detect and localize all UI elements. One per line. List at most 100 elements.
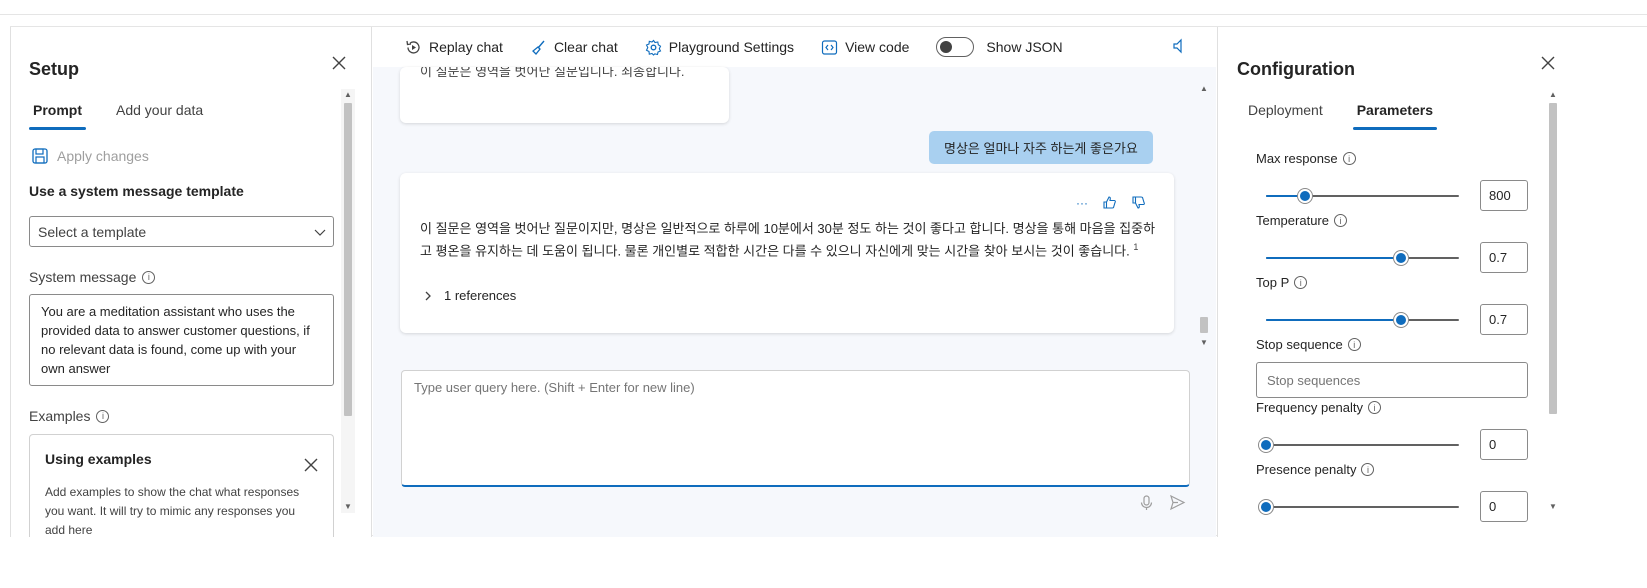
temperature-input[interactable]	[1480, 242, 1528, 273]
template-select[interactable]: Select a template	[29, 216, 334, 247]
system-message-label-text: System message	[29, 269, 137, 285]
template-heading: Use a system message template	[29, 183, 244, 199]
gear-icon	[645, 39, 662, 56]
scroll-down-icon[interactable]: ▼	[1200, 339, 1208, 347]
tab-add-your-data[interactable]: Add your data	[112, 102, 207, 130]
setup-scrollbar[interactable]: ▲ ▼	[341, 89, 355, 513]
speaker-icon[interactable]	[1170, 37, 1188, 55]
info-icon[interactable]: i	[142, 270, 156, 284]
top-p-input[interactable]	[1480, 304, 1528, 335]
presence-penalty-label: Presence penalty i	[1256, 462, 1375, 477]
chat-scrollbar[interactable]: ▲ ▼	[1197, 85, 1211, 347]
view-code-label: View code	[845, 39, 910, 55]
references-label: 1 references	[444, 288, 517, 303]
playground-settings-button[interactable]: Playground Settings	[645, 39, 794, 56]
send-icon[interactable]	[1169, 494, 1186, 511]
toggle-knob	[940, 41, 953, 53]
slider-track	[1266, 506, 1459, 508]
assistant-message: ··· 이 질문은 영역을 벗어난 질문이지만, 명상은 일반적으로 하루에 1…	[400, 173, 1174, 333]
setup-tabs: Prompt Add your data	[29, 102, 207, 130]
slider-thumb[interactable]	[1394, 251, 1409, 265]
slider-fill	[1266, 257, 1402, 259]
assistant-message-content: 이 질문은 영역을 벗어난 질문이지만, 명상은 일반적으로 하루에 10분에서…	[420, 221, 1156, 259]
presence-penalty-label-text: Presence penalty	[1256, 462, 1357, 477]
view-code-button[interactable]: View code	[821, 39, 909, 56]
show-json-toggle[interactable]	[936, 37, 975, 57]
stop-sequence-input[interactable]	[1256, 362, 1528, 398]
chevron-down-icon	[314, 229, 326, 236]
temperature-slider[interactable]	[1266, 249, 1459, 267]
configuration-tabs: Deployment Parameters	[1244, 102, 1438, 130]
close-setup-icon[interactable]	[329, 53, 349, 73]
tab-deployment[interactable]: Deployment	[1244, 102, 1327, 130]
previous-message-text: 이 질문은 영역을 벗어난 질문입니다. 죄송합니다.	[420, 67, 685, 79]
scroll-down-icon[interactable]: ▼	[1549, 503, 1557, 511]
frequency-penalty-slider[interactable]	[1259, 436, 1459, 454]
slider-thumb[interactable]	[1259, 438, 1273, 452]
thumbs-down-icon[interactable]	[1131, 195, 1146, 210]
scroll-up-icon[interactable]: ▲	[1200, 85, 1208, 93]
info-icon[interactable]: i	[96, 409, 110, 423]
slider-thumb[interactable]	[1297, 189, 1312, 203]
stop-sequence-label: Stop sequence i	[1256, 337, 1361, 352]
save-icon	[32, 148, 48, 164]
show-json-label: Show JSON	[986, 39, 1063, 55]
info-icon[interactable]: i	[1347, 338, 1361, 351]
slider-thumb[interactable]	[1394, 313, 1409, 327]
scroll-thumb[interactable]	[344, 103, 352, 416]
chevron-right-icon	[425, 291, 431, 300]
info-icon[interactable]: i	[1294, 276, 1308, 289]
clear-chat-label: Clear chat	[553, 39, 618, 55]
template-select-value: Select a template	[38, 224, 147, 240]
tab-prompt[interactable]: Prompt	[29, 102, 86, 130]
apply-changes-button[interactable]: Apply changes	[31, 147, 149, 165]
slider-thumb[interactable]	[1259, 500, 1273, 514]
info-icon[interactable]: i	[1367, 401, 1381, 414]
chat-area: Replay chat Clear chat Playground Settin…	[373, 27, 1216, 537]
system-message-label: System message i	[29, 269, 156, 285]
setup-panel: Setup Prompt Add your data Apply changes…	[10, 27, 372, 537]
temperature-label-text: Temperature	[1256, 213, 1329, 228]
close-examples-icon[interactable]	[301, 455, 321, 475]
max-response-input[interactable]	[1480, 180, 1528, 211]
citation-marker[interactable]: 1	[1133, 242, 1138, 252]
using-examples-card: Using examples Add examples to show the …	[29, 434, 334, 537]
replay-chat-button[interactable]: Replay chat	[405, 39, 503, 56]
configuration-scrollbar[interactable]: ▲ ▼	[1546, 89, 1560, 513]
presence-penalty-slider[interactable]	[1259, 498, 1459, 516]
frequency-penalty-label-text: Frequency penalty	[1256, 400, 1363, 415]
max-response-label-text: Max response	[1256, 151, 1338, 166]
using-examples-desc: Add examples to show the chat what respo…	[45, 485, 300, 537]
top-p-label-text: Top P	[1256, 275, 1290, 290]
thumbs-up-icon[interactable]	[1102, 195, 1117, 210]
code-icon	[821, 39, 838, 55]
references-toggle[interactable]: 1 references	[422, 288, 516, 303]
scroll-up-icon[interactable]: ▲	[344, 91, 352, 99]
examples-label: Examples i	[29, 408, 110, 424]
system-message-input[interactable]: You are a meditation assistant who uses …	[29, 294, 334, 386]
configuration-title: Configuration	[1237, 59, 1355, 79]
scroll-up-icon[interactable]: ▲	[1549, 91, 1557, 99]
clear-chat-button[interactable]: Clear chat	[530, 39, 618, 56]
more-options-icon[interactable]: ···	[1076, 196, 1088, 210]
message-actions: ···	[1076, 195, 1146, 210]
frequency-penalty-input[interactable]	[1480, 429, 1528, 460]
scroll-thumb[interactable]	[1200, 317, 1208, 333]
info-icon[interactable]: i	[1333, 214, 1347, 227]
info-icon[interactable]: i	[1361, 463, 1375, 476]
presence-penalty-input[interactable]	[1480, 491, 1528, 522]
scroll-thumb[interactable]	[1549, 103, 1557, 414]
tab-parameters[interactable]: Parameters	[1352, 102, 1438, 130]
configuration-panel: Configuration Deployment Parameters Max …	[1217, 27, 1647, 537]
microphone-icon[interactable]	[1138, 494, 1155, 511]
max-response-slider[interactable]	[1266, 187, 1459, 205]
user-query-input[interactable]	[401, 370, 1190, 487]
frequency-penalty-label: Frequency penalty i	[1256, 400, 1381, 415]
using-examples-title: Using examples	[45, 451, 152, 467]
assistant-message-text: 이 질문은 영역을 벗어난 질문이지만, 명상은 일반적으로 하루에 10분에서…	[420, 219, 1160, 260]
scroll-down-icon[interactable]: ▼	[344, 503, 352, 511]
close-configuration-icon[interactable]	[1538, 53, 1558, 73]
info-icon[interactable]: i	[1342, 152, 1356, 165]
input-actions	[1138, 494, 1186, 511]
top-p-slider[interactable]	[1266, 311, 1459, 329]
